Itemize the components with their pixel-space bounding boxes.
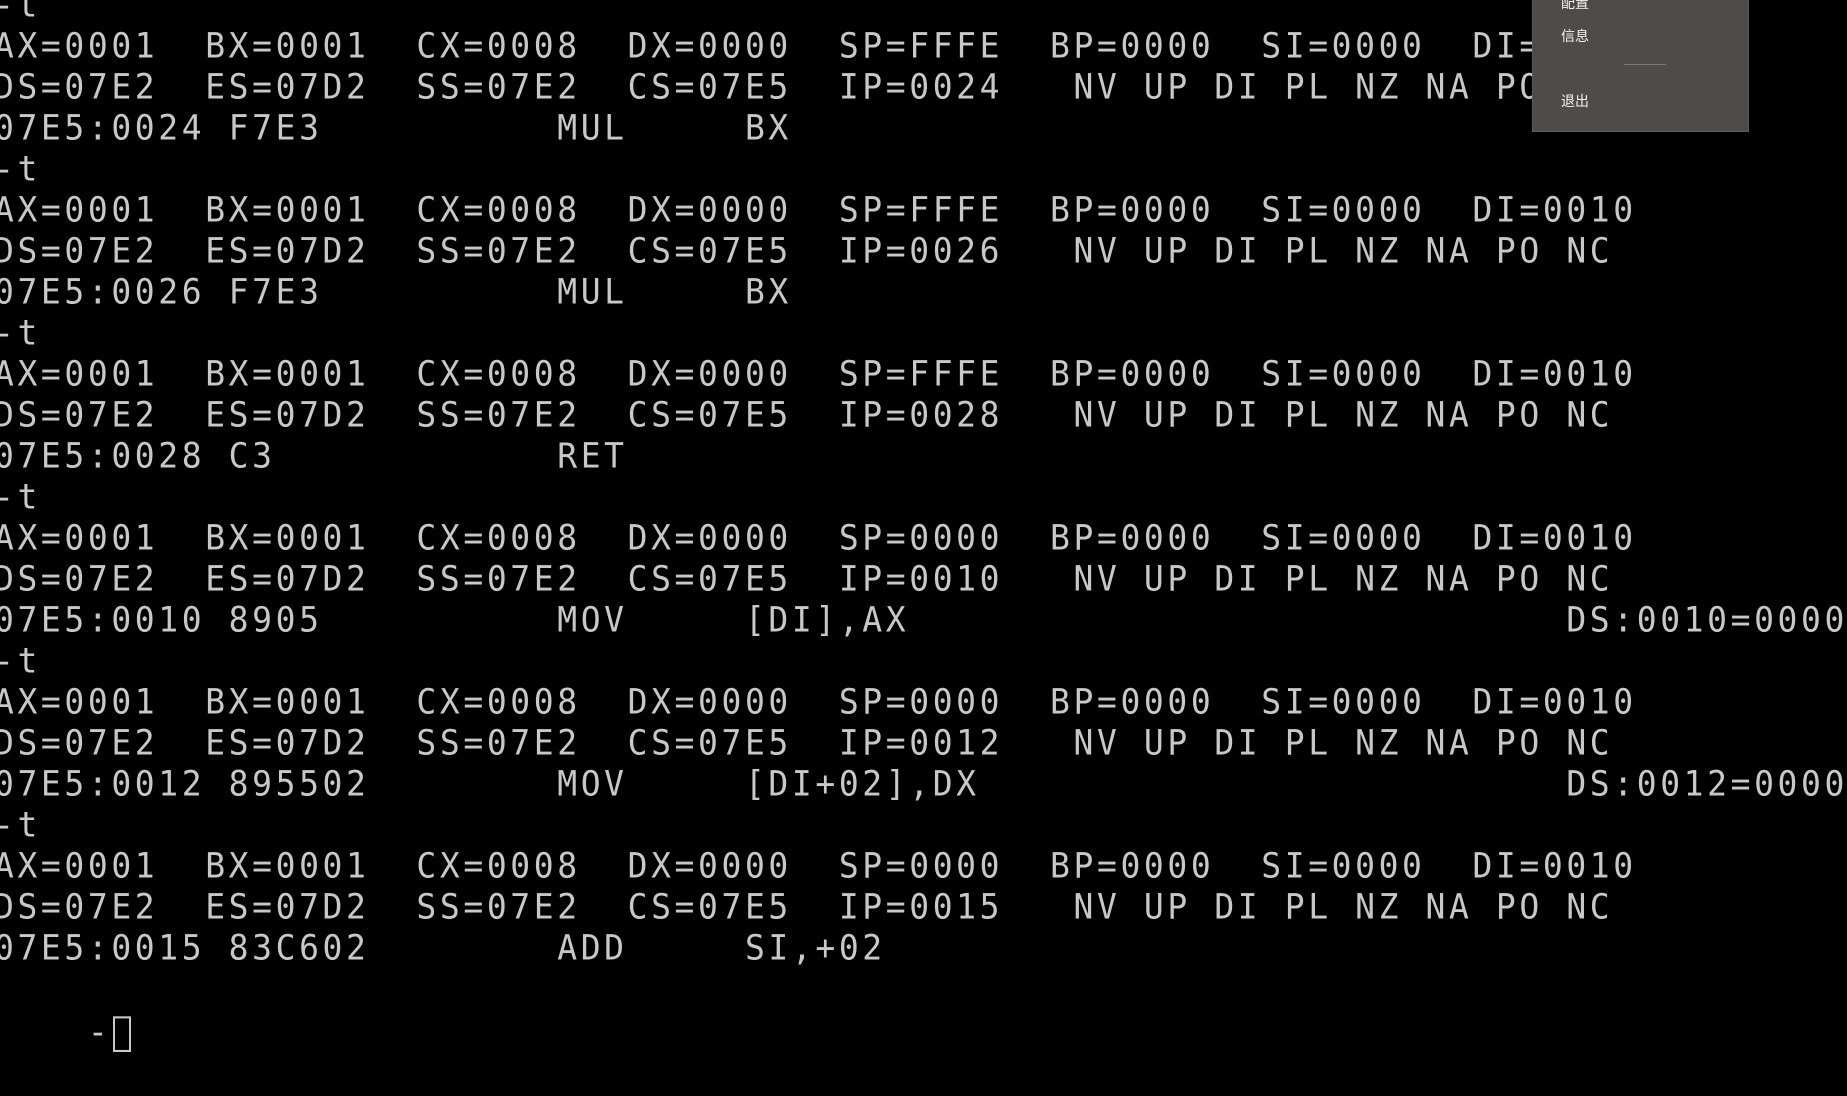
console-line: AX=0001 BX=0001 CX=0008 DX=0000 SP=FFFE … (0, 25, 1637, 66)
console-line: 07E5:0026 F7E3 MUL BX (0, 271, 792, 312)
console-line: -t (0, 640, 41, 681)
context-menu: 配置 信息 退出 (1532, 0, 1749, 132)
console-line: 07E5:0012 895502 MOV [DI+02],DX DS:0012=… (0, 763, 1847, 804)
console-line: DS=07E2 ES=07D2 SS=07E2 CS=07E5 IP=0026 … (0, 230, 1614, 271)
console-line: DS=07E2 ES=07D2 SS=07E2 CS=07E5 IP=0024 … (0, 66, 1614, 107)
console-line: -t (0, 476, 41, 517)
console-line: -t (0, 312, 41, 353)
menu-divider (1624, 64, 1666, 65)
console-line: 07E5:0010 8905 MOV [DI],AX DS:0010=0000 (0, 599, 1847, 640)
console-line: -t (0, 148, 41, 189)
console-line: AX=0001 BX=0001 CX=0008 DX=0000 SP=0000 … (0, 517, 1637, 558)
console-line: AX=0001 BX=0001 CX=0008 DX=0000 SP=0000 … (0, 681, 1637, 722)
console-line: DS=07E2 ES=07D2 SS=07E2 CS=07E5 IP=0012 … (0, 722, 1614, 763)
text-cursor[interactable] (113, 1015, 132, 1052)
console-line: -t (0, 804, 41, 845)
console-line: 07E5:0024 F7E3 MUL BX (0, 107, 792, 148)
console-line: AX=0001 BX=0001 CX=0008 DX=0000 SP=0000 … (0, 845, 1637, 886)
console-line: DS=07E2 ES=07D2 SS=07E2 CS=07E5 IP=0010 … (0, 558, 1614, 599)
console-line: 07E5:0028 C3 RET (0, 435, 628, 476)
console-line: DS=07E2 ES=07D2 SS=07E2 CS=07E5 IP=0015 … (0, 886, 1614, 927)
console-line: -t (0, 0, 41, 25)
prompt-char: - (87, 1011, 112, 1053)
menu-item-exit[interactable]: 退出 (1561, 92, 1589, 112)
menu-item-info[interactable]: 信息 (1561, 27, 1589, 47)
console-line: 07E5:0015 83C602 ADD SI,+02 (0, 927, 886, 968)
console-line: AX=0001 BX=0001 CX=0008 DX=0000 SP=FFFE … (0, 353, 1637, 394)
command-prompt-line[interactable]: - (0, 967, 132, 1052)
console-line: AX=0001 BX=0001 CX=0008 DX=0000 SP=FFFE … (0, 189, 1637, 230)
dos-debug-console[interactable]: -t AX=0001 BX=0001 CX=0008 DX=0000 SP=FF… (0, 0, 1847, 1052)
console-line: DS=07E2 ES=07D2 SS=07E2 CS=07E5 IP=0028 … (0, 394, 1614, 435)
menu-item-config[interactable]: 配置 (1561, 0, 1589, 14)
